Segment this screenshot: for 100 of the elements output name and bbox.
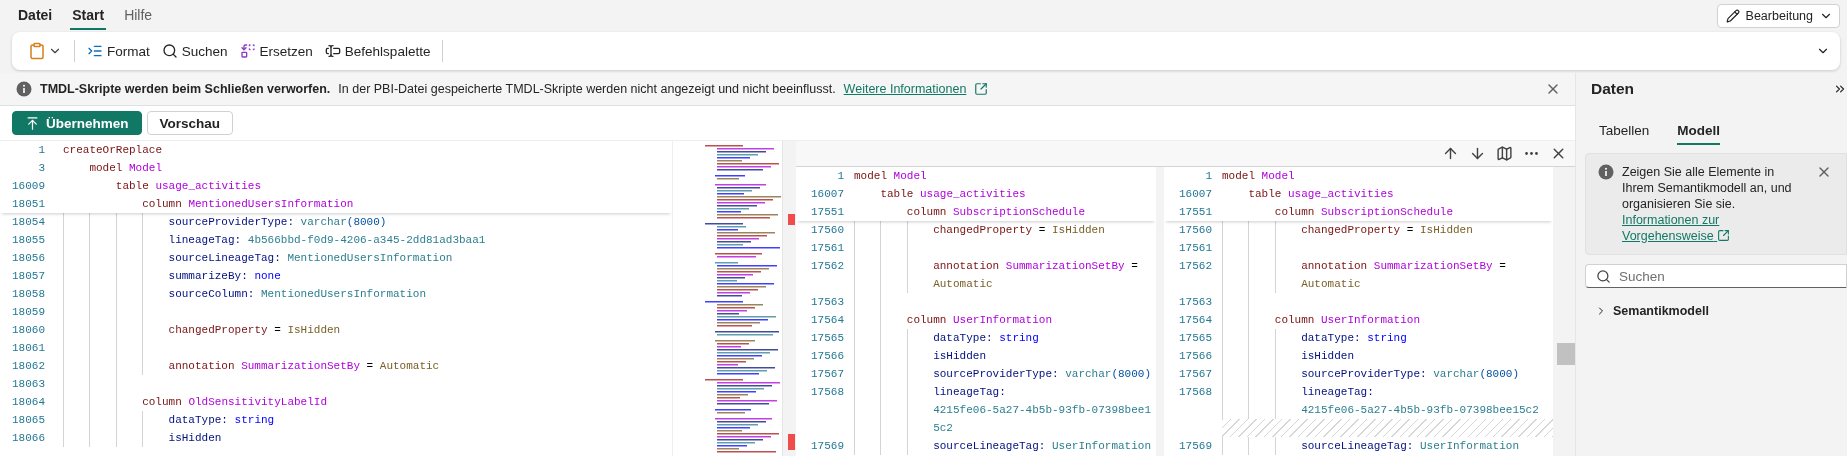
code-literal: Automatic (379, 360, 440, 372)
line-number: 17551 (810, 206, 844, 218)
panel-tab[interactable]: Tabellen (1599, 117, 1650, 145)
code-property: sourceProviderType: (168, 216, 294, 228)
code-keyword: column (142, 198, 182, 210)
line-number: 16009 (11, 180, 45, 192)
code-value: varchar (1065, 368, 1112, 380)
code-constant: string (1367, 332, 1407, 344)
collapse-panel-icon[interactable] (1833, 82, 1847, 96)
line-number: 3 (37, 162, 45, 174)
clipboard-icon (28, 42, 46, 60)
code-value: UserInformation (1052, 440, 1151, 452)
code-property: lineageTag: (168, 234, 242, 246)
code-literal: IsHidden (1420, 224, 1473, 236)
code-property: sourceProviderType: (933, 368, 1059, 380)
line-number: 17567 (810, 368, 844, 380)
code-identifier: usage_activities (155, 180, 261, 192)
code-property: sourceLineageTag: (168, 252, 281, 264)
code-argument: (8000) (346, 216, 387, 228)
code-keyword: annotation (168, 360, 235, 372)
map-icon[interactable] (1496, 145, 1513, 162)
line-number: 18059 (11, 306, 45, 318)
code-argument: (8000) (1479, 368, 1519, 380)
code-value: UserInformation (1420, 440, 1519, 452)
search-input[interactable]: Suchen (1617, 267, 1838, 285)
external-link-icon (1717, 229, 1731, 242)
code-property: dataType: (168, 414, 228, 426)
code-identifier: UserInformation (1321, 314, 1420, 326)
line-number: 17560 (1178, 224, 1212, 236)
line-number: 18064 (11, 396, 45, 408)
code-property: sourceProviderType: (1301, 368, 1427, 380)
more-info-link[interactable]: Weitere Informationen (843, 82, 967, 96)
code-identifier: usage_activities (920, 188, 1026, 200)
code-keyword: model (89, 162, 123, 174)
code-keyword: table (880, 188, 914, 200)
toolbar-button[interactable]: Format (85, 41, 152, 61)
text-field-icon (324, 43, 341, 59)
line-number: 18054 (11, 216, 45, 228)
line-number: 18066 (11, 432, 45, 444)
code-identifier: SummarizationSetBy (1373, 260, 1493, 272)
line-number: 18058 (11, 288, 45, 300)
code-constant: none (254, 270, 281, 282)
line-number: 17568 (1178, 386, 1212, 398)
code-property: dataType: (1301, 332, 1361, 344)
notice-text: Zeigen Sie alle Elemente in Ihrem Semantikmodell an, und organisieren Sie sie. (1622, 164, 1793, 212)
line-number: 17551 (1178, 206, 1212, 218)
how-to-link[interactable]: Informationen zur Vorgehensweise (1622, 212, 1808, 244)
line-number: 17567 (1178, 368, 1212, 380)
code-keyword: annotation (933, 260, 1000, 272)
line-number: 17565 (810, 332, 844, 344)
code-literal: Automatic (933, 278, 993, 290)
code-identifier: SubscriptionSchedule (953, 206, 1085, 218)
code-literal: IsHidden (1052, 224, 1105, 236)
apply-button[interactable]: Übernehmen (12, 111, 142, 135)
code-property: isHidden (933, 350, 986, 362)
code-identifier: MentionedUsersInformation (188, 198, 354, 210)
ribbon-tab[interactable]: Start (70, 1, 107, 30)
mode-dropdown[interactable]: Bearbeitung (1716, 3, 1840, 28)
code-constant: string (999, 332, 1039, 344)
line-number: 16007 (810, 188, 844, 200)
code-keyword: table (1248, 188, 1282, 200)
info-title: TMDL-Skripte werden beim Schließen verworfen. (40, 82, 331, 96)
line-number: 17562 (810, 260, 844, 272)
code-value: 4b566bbd-f0d9-4206-a345-2dd81ad3baa1 (247, 234, 486, 246)
line-number: 17566 (1178, 350, 1212, 362)
line-number: 18062 (11, 360, 45, 372)
code-keyword: changedProperty (168, 324, 268, 336)
menu-button[interactable]: Datei (16, 1, 55, 30)
panel-title: Daten (1591, 80, 1635, 98)
code-keyword: column (1274, 314, 1315, 326)
change-marker (788, 434, 795, 450)
code-keyword: changedProperty (1301, 224, 1401, 236)
panel-tab[interactable]: Modell (1677, 117, 1721, 145)
code-value: MentionedUsersInformation (287, 252, 453, 264)
toolbar-button[interactable]: Ersetzen (237, 41, 315, 61)
code-operator: = (1038, 224, 1046, 236)
line-number: 1 (37, 144, 45, 156)
line-number: 16007 (1178, 188, 1212, 200)
preview-button[interactable]: Vorschau (146, 111, 234, 135)
indent-icon (87, 43, 103, 59)
line-number: 17565 (1178, 332, 1212, 344)
line-number: 17564 (1178, 314, 1212, 326)
toolbar-button[interactable]: Befehlspalette (322, 41, 433, 61)
ribbon-tab[interactable]: Hilfe (122, 1, 155, 30)
tree-item[interactable]: Semantikmodell (1585, 302, 1709, 320)
line-number: 17564 (810, 314, 844, 326)
info-icon (16, 81, 32, 97)
code-identifier: Model (1261, 170, 1295, 182)
toolbar-button[interactable]: Suchen (159, 41, 230, 61)
upload-icon (25, 115, 40, 131)
scrollbar-thumb[interactable] (1557, 343, 1575, 365)
code-identifier: Model (893, 170, 927, 182)
code-value: varchar (300, 216, 347, 228)
line-number: 18055 (11, 234, 45, 246)
search-field[interactable]: Suchen (1585, 264, 1847, 288)
code-literal: Automatic (1301, 278, 1361, 290)
line-number: 17560 (810, 224, 844, 236)
code-value: 4215fe06-5a27-4b5b-93fb-07398bee15c2 (1301, 404, 1539, 416)
line-number: 18057 (11, 270, 45, 282)
code-keyword: column (1274, 206, 1315, 218)
